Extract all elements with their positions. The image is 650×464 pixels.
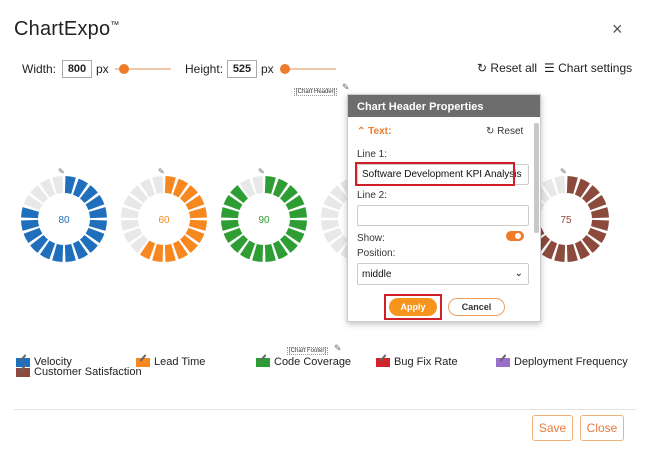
show-toggle[interactable] — [506, 231, 524, 241]
legend-item[interactable]: Lead Time — [154, 356, 205, 368]
edit-donut-icon[interactable]: ✎ — [560, 167, 567, 176]
save-button[interactable]: Save — [532, 415, 573, 441]
line2-label: Line 2: — [357, 190, 388, 201]
donut-chart: 80 — [21, 176, 107, 262]
panel-scrollbar-thumb[interactable] — [534, 123, 539, 233]
position-select[interactable]: middle ⌄ — [357, 263, 529, 285]
line1-label: Line 1: — [357, 149, 388, 160]
donut-chart: 90 — [221, 176, 307, 262]
footer-divider — [14, 409, 636, 410]
edit-footer-icon[interactable]: ✎ — [334, 343, 342, 354]
edit-donut-icon[interactable]: ✎ — [158, 167, 165, 176]
donut-value-label: 75 — [560, 215, 572, 226]
panel-scrollbar[interactable] — [534, 123, 539, 283]
donut-value-label: 90 — [258, 215, 270, 226]
chart-header-properties-panel: Chart Header Properties ⌃ Text: ↻ Reset … — [347, 94, 541, 322]
legend-item[interactable]: Bug Fix Rate — [394, 356, 458, 368]
text-section-toggle[interactable]: ⌃ Text: — [357, 126, 391, 137]
legend-item[interactable]: Deployment Frequency — [514, 356, 628, 368]
close-button[interactable]: Close — [580, 415, 624, 441]
donut-value-label: 80 — [58, 215, 70, 226]
panel-reset-button[interactable]: ↻ Reset — [486, 126, 523, 137]
edit-donut-icon[interactable]: ✎ — [258, 167, 265, 176]
legend-swatch — [376, 358, 390, 367]
donut-value-label: 60 — [158, 215, 170, 226]
legend-swatch — [496, 358, 510, 367]
edit-donut-icon[interactable]: ✎ — [58, 167, 65, 176]
cancel-button[interactable]: Cancel — [448, 298, 505, 316]
panel-title: Chart Header Properties — [348, 95, 540, 117]
show-label: Show: — [357, 233, 385, 244]
line1-highlight — [355, 162, 515, 186]
legend-swatch — [16, 368, 30, 377]
donut-charts: 80✎60✎90✎✎75✎ — [21, 167, 609, 262]
legend-item[interactable]: Code Coverage — [274, 356, 351, 368]
reset-icon: ↻ — [486, 126, 495, 137]
position-label: Position: — [357, 248, 396, 259]
chevron-up-icon: ⌃ — [357, 126, 366, 137]
legend-swatch — [256, 358, 270, 367]
chart-footer-placeholder[interactable]: [Chart Footer] — [287, 347, 329, 355]
apply-button[interactable]: Apply — [389, 298, 437, 316]
legend-item[interactable]: Customer Satisfaction — [34, 366, 142, 378]
donut-chart: 60 — [121, 176, 207, 262]
chevron-down-icon: ⌄ — [514, 268, 523, 279]
line2-input[interactable] — [357, 205, 529, 226]
